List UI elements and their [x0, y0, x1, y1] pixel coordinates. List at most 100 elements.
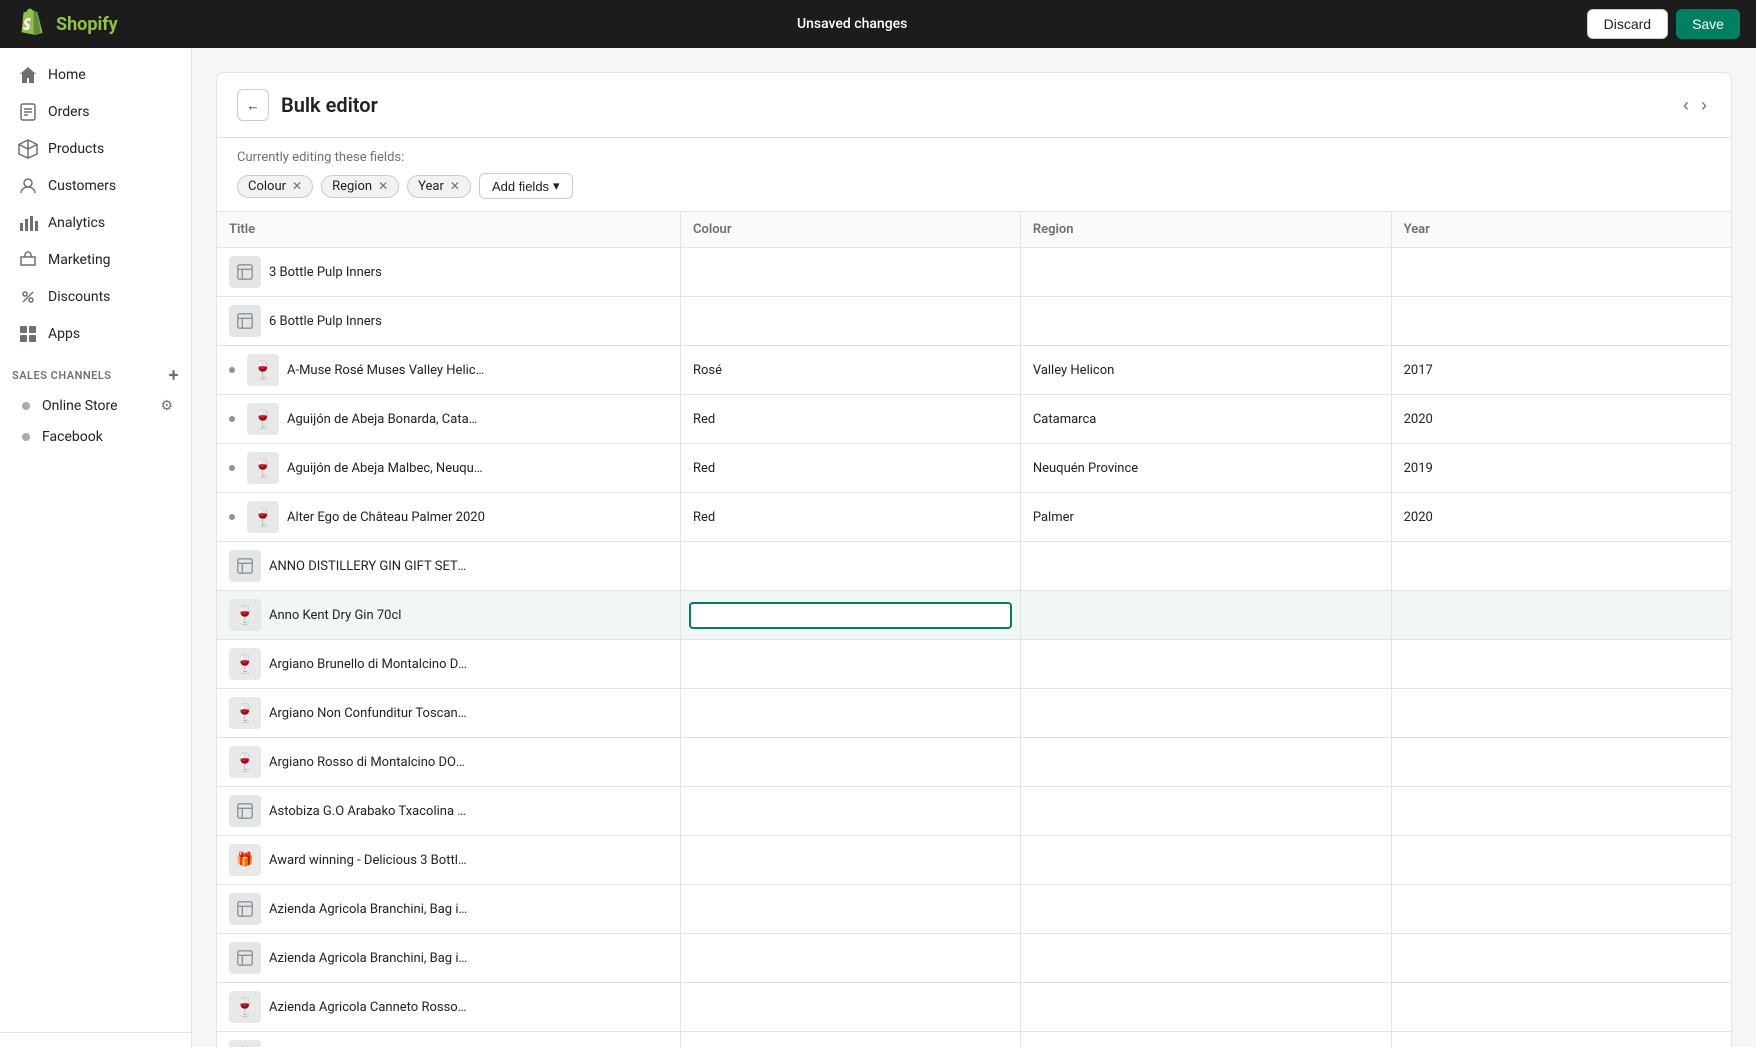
chip-year: Year ✕	[407, 175, 471, 198]
sidebar-item-online-store[interactable]: Online Store ⚙	[6, 391, 185, 421]
region-cell[interactable]	[1020, 542, 1391, 591]
colour-cell[interactable]	[680, 1032, 1020, 1047]
add-fields-button[interactable]: Add fields ▾	[479, 173, 573, 199]
topbar-actions: Discard Save	[1587, 9, 1740, 39]
region-cell[interactable]: Neuquén Province	[1020, 444, 1391, 493]
region-cell[interactable]	[1020, 1032, 1391, 1047]
year-cell[interactable]	[1391, 836, 1731, 885]
sidebar-label-orders: Orders	[48, 104, 90, 120]
analytics-icon	[18, 213, 38, 233]
title-cell-inner: Azienda Agricola Branchini, Bag in Box…	[229, 942, 668, 974]
colour-cell[interactable]	[680, 836, 1020, 885]
title-cell: 🍷 Argiano Rosso di Montalcino DOC 2018	[217, 738, 680, 787]
facebook-dot	[22, 433, 30, 441]
table-row: 🍷 Azienda Agricola Canneto Rosso di M…	[217, 983, 1731, 1032]
year-cell[interactable]	[1391, 787, 1731, 836]
colour-cell[interactable]	[680, 542, 1020, 591]
table-row: 🍷 Anno Kent Dry Gin 70cl	[217, 591, 1731, 640]
region-cell[interactable]	[1020, 836, 1391, 885]
add-sales-channel-button[interactable]: +	[169, 365, 179, 386]
region-cell[interactable]	[1020, 591, 1391, 640]
chip-year-remove[interactable]: ✕	[450, 179, 460, 193]
year-cell[interactable]	[1391, 640, 1731, 689]
region-cell[interactable]	[1020, 297, 1391, 346]
sidebar-item-analytics[interactable]: Analytics	[6, 205, 185, 241]
year-cell[interactable]	[1391, 1032, 1731, 1047]
region-cell[interactable]	[1020, 640, 1391, 689]
title-cell: Azienda Agricola Branchini, Bag in Box…	[217, 885, 680, 934]
year-cell[interactable]	[1391, 297, 1731, 346]
prev-button[interactable]: ‹	[1679, 91, 1693, 120]
colour-cell[interactable]: Red	[680, 493, 1020, 542]
sidebar-item-facebook[interactable]: Facebook	[6, 422, 185, 452]
year-cell[interactable]: 2020	[1391, 493, 1731, 542]
chip-region-remove[interactable]: ✕	[378, 179, 388, 193]
table-header-row: Title Colour Region Year	[217, 212, 1731, 248]
title-cell-inner: 🍷 Aguijón de Abeja Bonarda, Catamarca …	[229, 403, 668, 435]
year-cell[interactable]	[1391, 885, 1731, 934]
year-cell[interactable]	[1391, 591, 1731, 640]
colour-cell[interactable]: Red	[680, 444, 1020, 493]
region-cell[interactable]: Valley Helicon	[1020, 346, 1391, 395]
title-cell: 🍷 Azienda Agricola Canneto Vino Nobile …	[217, 1032, 680, 1047]
sales-channels-section: SALES CHANNELS +	[0, 353, 191, 390]
year-cell[interactable]: 2017	[1391, 346, 1731, 395]
colour-cell[interactable]	[680, 689, 1020, 738]
colour-cell[interactable]	[680, 248, 1020, 297]
colour-cell[interactable]	[680, 738, 1020, 787]
sidebar-item-home[interactable]: Home	[6, 57, 185, 93]
title-cell: 🍷 Alter Ego de Château Palmer 2020	[217, 493, 680, 542]
year-cell[interactable]	[1391, 542, 1731, 591]
sidebar-item-orders[interactable]: Orders	[6, 94, 185, 130]
year-cell[interactable]: 2019	[1391, 444, 1731, 493]
year-cell[interactable]	[1391, 983, 1731, 1032]
sidebar-item-marketing[interactable]: Marketing	[6, 242, 185, 278]
table-row: 🍷 A-Muse Rosé Muses Valley Helicon At… R…	[217, 346, 1731, 395]
facebook-label: Facebook	[42, 429, 103, 445]
product-name: Anno Kent Dry Gin 70cl	[269, 608, 401, 623]
region-cell[interactable]	[1020, 738, 1391, 787]
save-button[interactable]: Save	[1676, 9, 1740, 39]
year-cell[interactable]	[1391, 738, 1731, 787]
colour-cell[interactable]	[680, 934, 1020, 983]
year-cell[interactable]	[1391, 934, 1731, 983]
discard-button[interactable]: Discard	[1587, 9, 1668, 39]
year-cell[interactable]	[1391, 689, 1731, 738]
table-row: Azienda Agricola Branchini, Bag in Box…	[217, 885, 1731, 934]
sidebar-item-discounts[interactable]: Discounts	[6, 279, 185, 315]
colour-cell[interactable]	[680, 787, 1020, 836]
colour-cell-editing[interactable]	[680, 591, 1020, 640]
region-cell[interactable]	[1020, 248, 1391, 297]
year-cell[interactable]: 2020	[1391, 395, 1731, 444]
region-cell[interactable]: Palmer	[1020, 493, 1391, 542]
back-button[interactable]: ←	[237, 89, 269, 121]
product-name: Azienda Agricola Branchini, Bag in Box…	[269, 902, 469, 917]
online-store-settings-icon[interactable]: ⚙	[160, 398, 173, 414]
region-cell[interactable]	[1020, 689, 1391, 738]
colour-cell[interactable]: Red	[680, 395, 1020, 444]
colour-cell[interactable]	[680, 297, 1020, 346]
sidebar-item-customers[interactable]: Customers	[6, 168, 185, 204]
region-cell[interactable]	[1020, 934, 1391, 983]
region-cell[interactable]: Catamarca	[1020, 395, 1391, 444]
sidebar-item-products[interactable]: Products	[6, 131, 185, 167]
colour-cell[interactable]	[680, 640, 1020, 689]
next-button[interactable]: ›	[1697, 91, 1711, 120]
year-cell[interactable]	[1391, 248, 1731, 297]
title-cell-inner: 🍷 Argiano Rosso di Montalcino DOC 2018	[229, 746, 668, 778]
region-cell[interactable]	[1020, 787, 1391, 836]
region-cell[interactable]	[1020, 885, 1391, 934]
apps-icon	[18, 324, 38, 344]
online-store-dot	[22, 402, 30, 410]
chip-colour-remove[interactable]: ✕	[292, 179, 302, 193]
sidebar-item-apps[interactable]: Apps	[6, 316, 185, 352]
colour-cell[interactable]	[680, 885, 1020, 934]
colour-cell[interactable]	[680, 983, 1020, 1032]
title-cell: Azienda Agricola Branchini, Bag in Box…	[217, 934, 680, 983]
col-title: Title	[217, 212, 680, 248]
region-cell[interactable]	[1020, 983, 1391, 1032]
colour-input[interactable]	[689, 602, 1012, 629]
chip-colour-label: Colour	[248, 179, 286, 194]
title-cell: 6 Bottle Pulp Inners	[217, 297, 680, 346]
colour-cell[interactable]: Rosé	[680, 346, 1020, 395]
